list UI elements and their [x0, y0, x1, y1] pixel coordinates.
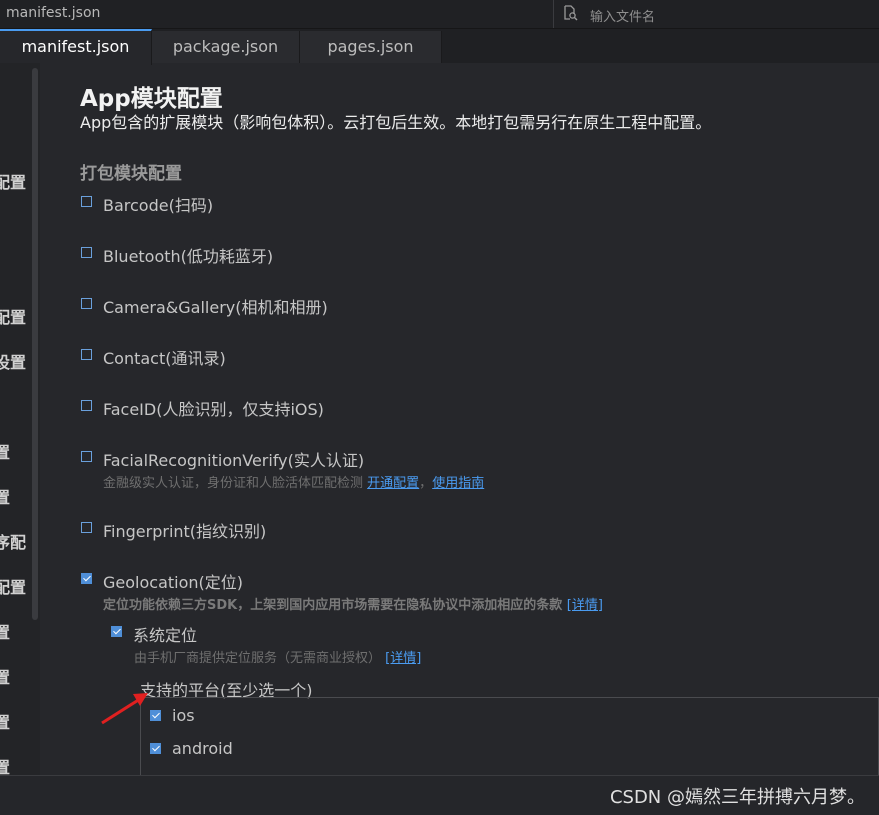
checkbox[interactable] — [81, 247, 92, 258]
system-location-note: 由手机厂商提供定位服务（无需商业授权） [详情] — [134, 647, 421, 666]
checkbox[interactable] — [81, 522, 92, 533]
option-label: Barcode(扫码) — [103, 196, 214, 215]
file-search-box[interactable]: 输入文件名 — [553, 0, 879, 28]
sidebar-item[interactable]: 配置 — [0, 304, 26, 328]
option-label: Fingerprint(指纹识别) — [103, 522, 267, 541]
sidebar-item[interactable]: 配置 — [0, 169, 26, 193]
option-label: FaceID(人脸识别，仅支持iOS) — [103, 400, 324, 419]
usage-guide-link[interactable]: 使用指南 — [432, 476, 484, 491]
title-bar: manifest.json 输入文件名 — [0, 0, 879, 29]
option-label: Camera&Gallery(相机和相册) — [103, 298, 328, 317]
checkbox[interactable] — [81, 196, 92, 207]
status-bar: CSDN @嫣然三年拼搏六月梦。 — [0, 775, 879, 815]
option-label: FacialRecognitionVerify(实人认证) — [103, 451, 365, 470]
red-arrow-icon — [101, 693, 148, 725]
option-label: ios — [172, 706, 195, 725]
tab-package-json[interactable]: package.json — [152, 31, 300, 63]
option-label: Contact(通讯录) — [103, 349, 226, 368]
tab-manifest-json[interactable]: manifest.json — [0, 29, 152, 65]
open-config-link[interactable]: 开通配置 — [367, 476, 419, 491]
tab-pages-json[interactable]: pages.json — [300, 31, 442, 63]
option-label: Bluetooth(低功耗蓝牙) — [103, 247, 274, 266]
sidebar-item[interactable]: 序配 — [0, 529, 26, 553]
facial-recognition-note: 金融级实人认证，身份证和人脸活体匹配检测 开通配置，使用指南 — [103, 472, 484, 491]
checkbox[interactable] — [81, 451, 92, 462]
sidebar-item[interactable]: 置 — [0, 439, 10, 463]
checkbox[interactable] — [81, 298, 92, 309]
window-filename: manifest.json — [6, 5, 101, 21]
details-link[interactable]: [详情] — [385, 651, 421, 666]
option-label: 系统定位 — [133, 626, 198, 645]
option-label: Geolocation(定位) — [103, 573, 244, 592]
platform-group: ios android — [140, 697, 879, 775]
sidebar-item[interactable]: 置 — [0, 754, 10, 775]
page-description: App包含的扩展模块（影响包体积）。云打包后生效。本地打包需另行在原生工程中配置… — [80, 113, 712, 132]
sidebar-item[interactable]: 置 — [0, 484, 10, 508]
checkbox-checked[interactable] — [150, 743, 161, 754]
checkbox-checked[interactable] — [111, 626, 122, 637]
settings-sidebar: 配置 配置 设置 置 置 序配 配置 置 置 置 置 — [0, 63, 40, 775]
sidebar-item[interactable]: 设置 — [0, 349, 26, 373]
note-text: 由手机厂商提供定位服务（无需商业授权） — [134, 651, 382, 666]
geolocation-note: 定位功能依赖三方SDK，上架到国内应用市场需要在隐私协议中添加相应的条款 [详情… — [103, 594, 603, 613]
file-search-input[interactable]: 输入文件名 — [590, 6, 655, 25]
page-title: App模块配置 — [80, 86, 223, 112]
details-link[interactable]: [详情] — [567, 598, 603, 613]
checkbox[interactable] — [81, 400, 92, 411]
note-text: 金融级实人认证，身份证和人脸活体匹配检测 — [103, 476, 364, 491]
checkbox-checked[interactable] — [81, 573, 92, 584]
tab-bar: manifest.json package.json pages.json — [0, 29, 879, 65]
note-separator: ， — [419, 476, 433, 491]
sidebar-item[interactable]: 置 — [0, 619, 10, 643]
sidebar-item[interactable]: 配置 — [0, 574, 26, 598]
csdn-watermark: CSDN @嫣然三年拼搏六月梦。 — [609, 787, 865, 808]
sidebar-item[interactable]: 置 — [0, 664, 10, 688]
sidebar-scrollbar[interactable] — [32, 68, 38, 620]
file-search-icon — [562, 5, 578, 25]
sidebar-item[interactable]: 置 — [0, 709, 10, 733]
note-text: 定位功能依赖三方SDK，上架到国内应用市场需要在隐私协议中添加相应的条款 — [103, 598, 563, 613]
section-title: 打包模块配置 — [80, 164, 182, 184]
main-content: App模块配置 App包含的扩展模块（影响包体积）。云打包后生效。本地打包需另行… — [40, 63, 879, 775]
checkbox[interactable] — [81, 349, 92, 360]
option-label: android — [172, 739, 233, 758]
